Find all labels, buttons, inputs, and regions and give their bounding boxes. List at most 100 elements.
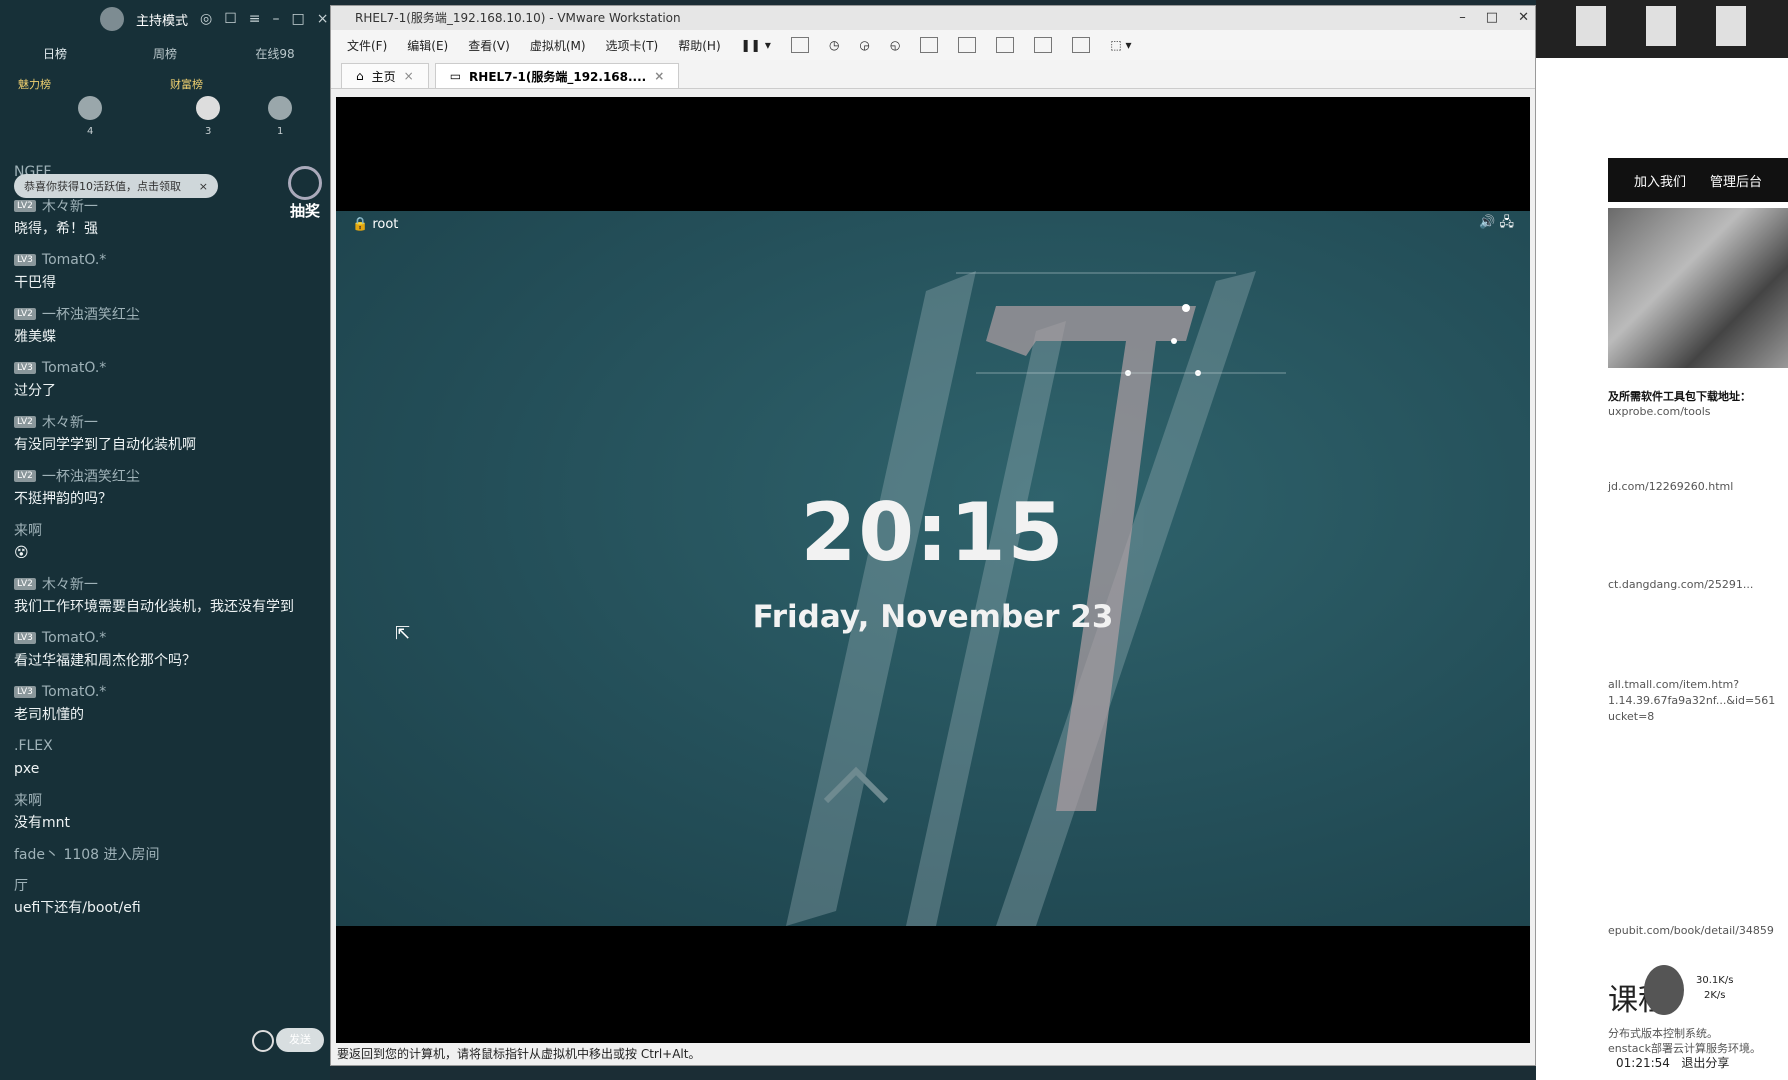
menu-icon[interactable]: ≡ — [249, 11, 261, 27]
nav-join-us[interactable]: 加入我们 — [1634, 171, 1686, 190]
site-link[interactable]: ucket=8 — [1608, 710, 1654, 723]
site-link[interactable]: uxprobe.com/tools — [1608, 405, 1710, 418]
document-icon[interactable] — [1646, 6, 1676, 46]
reward-notice-text: 恭喜你获得10活跃值，点击领取 — [24, 180, 181, 193]
nav-admin[interactable]: 管理后台 — [1710, 171, 1762, 190]
list-item: LV3 TomatO.* 看过华福建和周杰伦那个吗？ — [14, 628, 319, 671]
maximize-icon[interactable]: □ — [292, 11, 305, 27]
close-icon[interactable]: × — [317, 11, 329, 27]
rank-avatar[interactable] — [78, 96, 102, 120]
menu-file[interactable]: 文件(F) — [347, 37, 387, 54]
home-icon: ⌂ — [356, 69, 364, 83]
send-button[interactable]: 发送 — [276, 1028, 324, 1052]
gnome-top-bar: 🔒 root 🔊 🖧 — [336, 211, 1530, 237]
rank-count: 1 — [277, 126, 284, 137]
site-link[interactable]: all.tmall.com/item.htm? — [1608, 678, 1739, 691]
minimize-icon[interactable]: – — [1459, 6, 1466, 30]
window-titlebar: RHEL7-1(服务端_192.168.10.10) - VMware Work… — [331, 6, 1535, 30]
system-message: fade丶 1108 进入房间 — [14, 847, 160, 863]
streamer-avatar — [1644, 965, 1684, 1015]
tab-home[interactable]: ⌂ 主页 × — [341, 63, 429, 88]
network-icon[interactable]: 🖧 — [1500, 215, 1515, 230]
list-item: LV2 木々新一 我们工作环境需要自动化装机，我还没有学到 — [14, 574, 319, 617]
settings-icon[interactable]: ◎ — [200, 11, 212, 27]
menu-view[interactable]: 查看(V) — [468, 37, 510, 54]
maximize-icon[interactable]: □ — [1486, 6, 1498, 30]
desktop-label: 广告报价 — [1641, 62, 1685, 75]
volume-icon[interactable]: 🔊 — [1479, 215, 1495, 230]
stretch-icon[interactable]: ⬚ ▾ — [1110, 38, 1131, 52]
close-icon[interactable]: × — [199, 180, 208, 193]
close-icon[interactable]: × — [654, 69, 664, 83]
wealth-rank-label: 财富榜 — [170, 78, 203, 91]
reward-notice[interactable]: 恭喜你获得10活跃值，点击领取 × — [14, 174, 218, 198]
host-mode-label: 主持模式 — [136, 13, 189, 29]
level-badge: LV3 — [14, 632, 36, 644]
level-badge: LV3 — [14, 254, 36, 266]
rank-section: 魅力榜 财富榜 4 3 1 — [0, 68, 330, 158]
snapshot-manager-icon[interactable]: ◵ — [890, 38, 900, 52]
site-link[interactable]: ct.dangdang.com/25291... — [1608, 578, 1753, 591]
chat-username: TomatO.* — [41, 630, 107, 646]
chat-message: 有没同学学到了自动化装机啊 — [14, 437, 196, 453]
fullscreen-icon[interactable] — [996, 37, 1015, 53]
sidebar-icon[interactable] — [920, 37, 939, 53]
pause-icon[interactable]: ❚❚ ▾ — [741, 38, 771, 52]
tab-online[interactable]: 在线98 — [220, 45, 330, 62]
chat-message: 没有mnt — [14, 815, 70, 831]
send-ctrl-alt-del-icon[interactable] — [790, 37, 809, 53]
ranking-tabs: 日榜 周榜 在线98 — [0, 38, 330, 68]
website-banner-image — [1608, 208, 1788, 368]
list-item: LV3 TomatO.* 老司机懂的 — [14, 682, 319, 725]
chat-username: .FLEX — [14, 738, 53, 754]
status-bar: 要返回到您的计算机，请将鼠标指针从虚拟机中移出或按 Ctrl+Alt。 — [331, 1043, 1535, 1065]
minimize-icon[interactable]: – — [273, 11, 280, 27]
menu-tabs[interactable]: 选项卡(T) — [606, 37, 659, 54]
site-link[interactable]: epubit.com/book/detail/34859 — [1608, 924, 1774, 937]
chat-message: 不挺押韵的吗？ — [14, 491, 112, 507]
vm-icon: ▭ — [449, 69, 462, 83]
menu-edit[interactable]: 编辑(E) — [407, 37, 448, 54]
chat-titlebar: 主持模式 ◎ ☐ ≡ – □ × — [0, 0, 330, 38]
level-badge: LV2 — [14, 416, 36, 428]
site-link[interactable]: jd.com/12269260.html — [1608, 480, 1733, 493]
revert-snapshot-icon[interactable]: ◶ — [859, 38, 869, 52]
close-icon[interactable]: ✕ — [1518, 6, 1529, 30]
snapshot-icon[interactable]: ◷ — [829, 38, 839, 52]
document-icon[interactable] — [1576, 6, 1606, 46]
chat-message: 干巴得 — [14, 275, 56, 291]
tab-vm[interactable]: ▭ RHEL7-1(服务端_192.168.... × — [434, 63, 680, 88]
window-title: RHEL7-1(服务端_192.168.10.10) - VMware Work… — [355, 11, 681, 25]
vm-display[interactable]: 🔒 root 🔊 🖧 20:15 Friday, November 23 ⇱ — [336, 97, 1530, 1045]
site-link[interactable]: 1.14.39.67fa9a32nf...&id=561 — [1608, 694, 1775, 707]
rank-avatar[interactable] — [196, 96, 220, 120]
host-avatar — [100, 7, 124, 31]
nutstore-icon[interactable] — [1716, 6, 1746, 46]
list-item: fade丶 1108 进入房间 — [14, 844, 319, 864]
thumbnail-icon[interactable] — [958, 37, 977, 53]
chat-emoji: 😵 — [14, 545, 29, 561]
rank-avatar[interactable] — [268, 96, 292, 120]
lock-user: root — [372, 216, 399, 232]
menu-help[interactable]: 帮助(H) — [678, 37, 720, 54]
tab-daily[interactable]: 日榜 — [0, 45, 110, 62]
stop-share-button[interactable]: 退出分享 — [1681, 1056, 1729, 1070]
tab-weekly[interactable]: 周榜 — [110, 45, 220, 62]
console-icon[interactable] — [1072, 37, 1091, 53]
level-badge: LV2 — [14, 470, 36, 482]
lottery-button[interactable]: 抽奖 — [285, 166, 325, 220]
tab-home-label: 主页 — [371, 69, 396, 84]
chat-username: 来啊 — [14, 523, 42, 539]
close-icon[interactable]: × — [404, 69, 414, 83]
chat-message: 老司机懂的 — [14, 707, 84, 723]
unity-icon[interactable] — [1034, 37, 1053, 53]
lock-screen[interactable]: 🔒 root 🔊 🖧 20:15 Friday, November 23 ⇱ — [336, 211, 1530, 926]
menu-vm[interactable]: 虚拟机(M) — [530, 37, 586, 54]
chat-message: 我们工作环境需要自动化装机，我还没有学到 — [14, 599, 294, 615]
edit-icon[interactable]: ☐ — [224, 11, 237, 27]
emoji-icon[interactable] — [252, 1030, 274, 1052]
chat-username: TomatO.* — [41, 684, 107, 700]
desktop-icons-strip — [1536, 0, 1788, 58]
desktop-label: 我的坚果云 — [1706, 62, 1761, 75]
level-badge: LV3 — [14, 686, 36, 698]
